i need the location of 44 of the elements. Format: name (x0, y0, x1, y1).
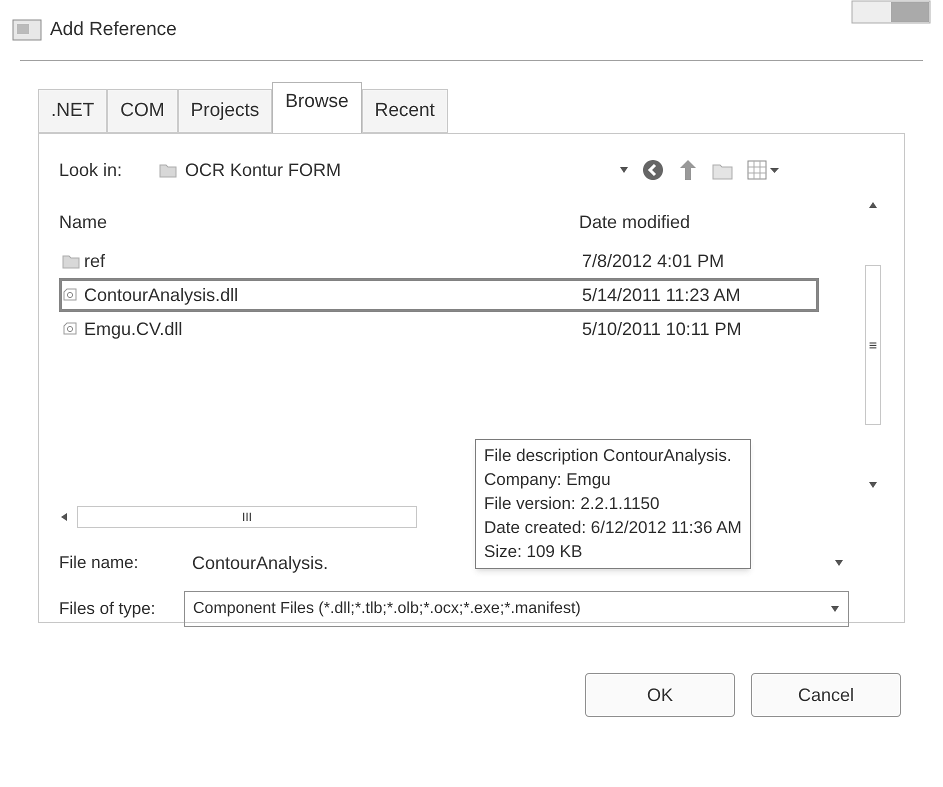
look-in-dropdown[interactable]: OCR Kontur FORM (159, 153, 629, 187)
tab[interactable]: Browse (272, 82, 362, 134)
view-menu-icon[interactable] (747, 159, 781, 181)
column-header[interactable]: Name (59, 208, 579, 236)
files-of-type-dropdown[interactable]: Component Files (*.dll;*.tlb;*.olb;*.ocx;*.exe;*.manifest) (184, 591, 849, 627)
caret-icon[interactable] (830, 604, 840, 614)
date-modified: 7/8/2012 4:01 PM (582, 250, 724, 272)
scroll-down-icon[interactable] (868, 480, 878, 490)
grip-text: ≡ (868, 336, 878, 354)
tooltip-line: Date created: 6/12/2012 11:36 AM (484, 517, 742, 539)
window-title: Add Reference (50, 18, 177, 42)
horizontal-scroll-thumb[interactable]: III (77, 506, 417, 528)
dialog-button[interactable]: OK (585, 673, 735, 717)
caret-icon[interactable] (834, 558, 844, 568)
caret-icon[interactable] (619, 165, 629, 175)
window-icon (12, 19, 42, 41)
scroll-thumb[interactable]: ≡ (865, 265, 881, 425)
file-name-label: File name: (59, 552, 140, 574)
file-row[interactable]: ContourAnalysis.dll 5/14/2011 11:23 AM (59, 278, 819, 312)
file-row[interactable]: Emgu.CV.dll 5/10/2011 10:11 PM (59, 312, 819, 346)
dialog-button[interactable]: Cancel (751, 673, 901, 717)
date-modified: 5/14/2011 11:23 AM (582, 284, 740, 306)
scroll-left-icon[interactable] (59, 512, 69, 522)
file-name: ref (84, 250, 106, 272)
tab[interactable]: .NET (38, 89, 108, 133)
grip-text: III (242, 509, 252, 526)
tab[interactable]: Projects (178, 89, 272, 133)
tooltip-line: File version: 2.2.1.1150 (484, 493, 660, 515)
tab[interactable]: COM (107, 89, 178, 133)
vertical-scrollbar[interactable]: ≡ (862, 200, 884, 490)
tab[interactable]: Recent (362, 89, 448, 133)
look-in-label: Look in: (59, 158, 124, 182)
tooltip-line: Company: Emgu (484, 469, 612, 491)
file-row[interactable]: ref 7/8/2012 4:01 PM (59, 244, 819, 278)
files-of-type-label: Files of type: (59, 598, 156, 620)
file-name: ContourAnalysis.dll (84, 284, 238, 307)
date-modified: 5/10/2011 10:11 PM (582, 318, 742, 340)
column-header[interactable]: Date modified (579, 208, 690, 236)
file-name-value[interactable]: ContourAnalysis. (192, 550, 328, 576)
tooltip-line: File description ContourAnalysis. (484, 445, 733, 467)
tooltip-line: Size: 109 KB (484, 541, 584, 563)
scroll-up-icon[interactable] (868, 200, 878, 210)
file-name: Emgu.CV.dll (84, 318, 182, 341)
back-icon[interactable] (641, 158, 665, 182)
